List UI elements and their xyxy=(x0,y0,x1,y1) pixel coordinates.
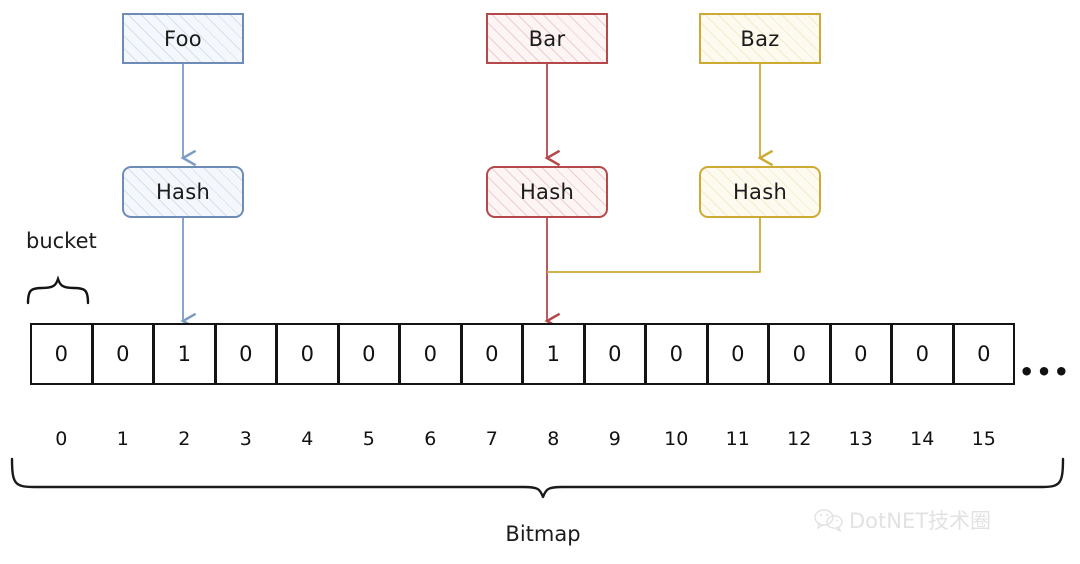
bitmap-index-label: 2 xyxy=(178,428,191,450)
bitmap-cell[interactable]: 0 xyxy=(645,323,708,385)
bitmap-cell[interactable]: 0 xyxy=(214,323,277,385)
bitmap-cell[interactable]: 0 xyxy=(952,323,1015,385)
bitmap-cell[interactable]: 0 xyxy=(276,323,339,385)
bitmap-cell[interactable]: 0 xyxy=(891,323,954,385)
bitmap-index-label: 13 xyxy=(848,428,873,450)
bitmap-index-label: 9 xyxy=(608,428,621,450)
bitmap-label: Bitmap xyxy=(505,522,581,546)
node-label-baz: Baz xyxy=(740,26,780,51)
node-input-baz[interactable]: Baz xyxy=(699,13,821,64)
bitmap-cell[interactable]: 0 xyxy=(706,323,769,385)
bitmap-index-label: 8 xyxy=(547,428,560,450)
bucket-brace xyxy=(26,275,90,305)
node-hash-foo[interactable]: Hash xyxy=(122,166,244,218)
bitmap-index-label: 3 xyxy=(239,428,252,450)
node-label-hash-baz: Hash xyxy=(732,180,788,204)
bitmap-cell[interactable]: 0 xyxy=(583,323,646,385)
connector-layer xyxy=(10,64,1065,499)
node-label-foo: Foo xyxy=(164,26,202,51)
bucket-label: bucket xyxy=(26,229,97,253)
bitmap-index-label: 5 xyxy=(362,428,375,450)
diagram-canvas: Foo Bar Baz Hash Hash Hash bucket 000112… xyxy=(0,0,1080,564)
bitmap-cell[interactable]: 1 xyxy=(153,323,216,385)
bitmap-index-label: 4 xyxy=(301,428,314,450)
bitmap-cell[interactable]: 0 xyxy=(399,323,462,385)
bitmap-index-label: 10 xyxy=(664,428,689,450)
bitmap-index-label: 1 xyxy=(116,428,129,450)
watermark-text: DotNET技术圈 xyxy=(849,509,992,533)
wechat-icon xyxy=(814,509,843,532)
bitmap-index-label: 6 xyxy=(424,428,437,450)
bitmap-cell[interactable]: 0 xyxy=(829,323,892,385)
bitmap-brace xyxy=(10,457,1065,499)
watermark: DotNET技术圈 xyxy=(814,505,991,535)
bitmap-cell[interactable]: 0 xyxy=(768,323,831,385)
node-hash-baz[interactable]: Hash xyxy=(699,166,821,218)
bitmap-cell[interactable]: 0 xyxy=(460,323,523,385)
node-label-hash-foo: Hash xyxy=(155,180,211,204)
node-label-hash-bar: Hash xyxy=(519,180,575,204)
bitmap-index-label: 14 xyxy=(910,428,935,450)
bitmap-index-label: 7 xyxy=(485,428,498,450)
bitmap-ellipsis: ••• xyxy=(1019,358,1072,386)
connector-hash-yellow-to-cell8 xyxy=(547,218,761,273)
node-input-bar[interactable]: Bar xyxy=(486,13,608,64)
bitmap-index-label: 11 xyxy=(725,428,750,450)
bitmap-index-label: 15 xyxy=(971,428,996,450)
bitmap-cell[interactable]: 0 xyxy=(337,323,400,385)
bitmap-cell[interactable]: 0 xyxy=(30,323,93,385)
bitmap-index-label: 12 xyxy=(787,428,812,450)
node-input-foo[interactable]: Foo xyxy=(122,13,244,64)
bitmap-cell[interactable]: 1 xyxy=(522,323,585,385)
bitmap-cell[interactable]: 0 xyxy=(91,323,154,385)
node-hash-bar[interactable]: Hash xyxy=(486,166,608,218)
node-label-bar: Bar xyxy=(528,26,566,51)
bitmap-index-label: 0 xyxy=(55,428,68,450)
